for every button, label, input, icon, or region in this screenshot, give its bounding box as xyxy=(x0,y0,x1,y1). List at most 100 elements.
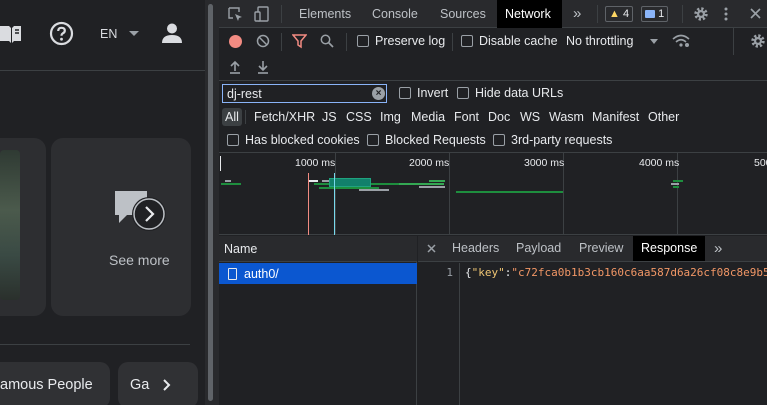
resource-type-filter: All Fetch/XHR JS CSS Img Media Font Doc … xyxy=(219,105,767,128)
type-other[interactable]: Other xyxy=(645,108,682,126)
settings-icon[interactable] xyxy=(693,6,709,22)
close-icon[interactable] xyxy=(750,8,761,19)
book-icon[interactable] xyxy=(0,23,22,45)
document-icon xyxy=(228,268,237,280)
third-party-requests-label[interactable]: 3rd-party requests xyxy=(511,133,612,147)
disable-cache-label[interactable]: Disable cache xyxy=(479,34,558,48)
tab-elements[interactable]: Elements xyxy=(291,0,359,28)
chip-famous-people[interactable]: amous People xyxy=(0,362,110,405)
request-row[interactable]: auth0/ xyxy=(219,263,417,284)
preserve-log-label[interactable]: Preserve log xyxy=(375,34,445,48)
devtools-panel: Elements Console Sources Network » ▲ 4 1 xyxy=(219,0,767,405)
clear-log-icon[interactable] xyxy=(256,34,270,48)
preserve-log-checkbox[interactable] xyxy=(357,35,369,47)
throttling-value: No throttling xyxy=(566,34,634,48)
tab-payload[interactable]: Payload xyxy=(508,236,569,261)
import-export-toolbar xyxy=(219,55,767,81)
requests-pane: Name auth0/ xyxy=(219,236,417,405)
has-blocked-cookies-checkbox[interactable] xyxy=(227,134,239,146)
warning-icon: ▲ xyxy=(609,8,620,20)
type-all[interactable]: All xyxy=(222,108,242,126)
account-icon[interactable] xyxy=(161,22,183,44)
invert-label[interactable]: Invert xyxy=(417,86,448,100)
close-icon[interactable] xyxy=(427,244,436,253)
clear-filter-icon[interactable]: × xyxy=(372,87,385,100)
blocked-requests-label[interactable]: Blocked Requests xyxy=(385,133,486,147)
load-event-marker xyxy=(334,173,335,235)
divider xyxy=(245,110,246,124)
more-tabs-button[interactable]: » xyxy=(565,0,589,28)
type-css[interactable]: CSS xyxy=(343,108,375,126)
invert-checkbox[interactable] xyxy=(399,87,411,99)
tick-label: 3000 ms xyxy=(524,157,565,169)
third-party-requests-checkbox[interactable] xyxy=(493,134,505,146)
devtools-tabbar: Elements Console Sources Network » ▲ 4 1 xyxy=(219,0,767,28)
type-js[interactable]: JS xyxy=(319,108,340,126)
overview-bar xyxy=(221,183,241,185)
type-manifest[interactable]: Manifest xyxy=(589,108,642,126)
throttling-select[interactable]: No throttling xyxy=(565,32,661,51)
blocked-requests-checkbox[interactable] xyxy=(367,134,379,146)
type-media[interactable]: Media xyxy=(408,108,448,126)
overview-bar xyxy=(456,191,563,193)
media-thumbnail xyxy=(0,150,20,300)
chip-next[interactable]: Ga xyxy=(118,362,198,405)
response-viewer[interactable]: 1 {"key":"c72fca0b1b3cb160c6aa587d6a26cf… xyxy=(418,263,767,405)
media-card[interactable] xyxy=(0,138,46,316)
request-name: auth0/ xyxy=(244,267,279,281)
language-selector[interactable]: EN xyxy=(100,27,117,41)
see-more-label[interactable]: See more xyxy=(109,252,170,268)
divider xyxy=(733,28,734,55)
overview-bar xyxy=(419,186,445,188)
overview-bar xyxy=(329,178,371,187)
dom-content-loaded-marker xyxy=(308,173,309,235)
tab-console[interactable]: Console xyxy=(364,0,426,28)
scrollbar[interactable] xyxy=(208,4,213,401)
see-more-card[interactable] xyxy=(51,138,191,316)
disable-cache-checkbox[interactable] xyxy=(461,35,473,47)
type-font[interactable]: Font xyxy=(451,108,482,126)
has-blocked-cookies-label[interactable]: Has blocked cookies xyxy=(245,133,360,147)
overview-bar xyxy=(359,189,389,191)
network-settings-icon[interactable] xyxy=(750,33,766,49)
search-icon[interactable] xyxy=(320,34,334,48)
device-toolbar-icon[interactable] xyxy=(254,6,269,22)
tab-sources[interactable]: Sources xyxy=(432,0,494,28)
overview-bar xyxy=(399,183,444,185)
json-key: "key" xyxy=(471,266,505,279)
type-fetch-xhr[interactable]: Fetch/XHR xyxy=(251,108,318,126)
hide-data-urls-label[interactable]: Hide data URLs xyxy=(475,86,563,100)
inspect-element-icon[interactable] xyxy=(228,7,243,22)
type-ws[interactable]: WS xyxy=(517,108,543,126)
network-conditions-icon[interactable] xyxy=(672,33,690,48)
more-tabs-button[interactable]: » xyxy=(706,236,730,261)
messages-badge[interactable]: 1 xyxy=(641,6,669,22)
chevron-down-icon[interactable] xyxy=(129,31,139,37)
type-doc[interactable]: Doc xyxy=(485,108,513,126)
export-har-icon[interactable] xyxy=(257,60,269,74)
tab-network[interactable]: Network xyxy=(497,0,562,28)
tab-preview[interactable]: Preview xyxy=(571,236,631,261)
type-wasm[interactable]: Wasm xyxy=(546,108,587,126)
overview-bar xyxy=(671,183,679,185)
type-img[interactable]: Img xyxy=(377,108,404,126)
filter-input[interactable] xyxy=(222,84,387,103)
name-column-header[interactable]: Name xyxy=(224,242,257,256)
tab-headers[interactable]: Headers xyxy=(444,236,507,261)
hide-data-urls-checkbox[interactable] xyxy=(457,87,469,99)
chevron-right-icon xyxy=(163,379,171,391)
divider xyxy=(281,5,282,23)
language-label: EN xyxy=(100,27,118,41)
overview-start-marker xyxy=(220,156,221,171)
chevron-down-icon xyxy=(650,39,658,44)
tab-response[interactable]: Response xyxy=(633,236,705,261)
help-icon[interactable] xyxy=(49,21,74,46)
network-overview[interactable]: 1000 ms 2000 ms 3000 ms 4000 ms 500 xyxy=(219,153,767,235)
warnings-badge[interactable]: ▲ 4 xyxy=(605,6,634,22)
more-options-icon[interactable] xyxy=(724,7,728,21)
detail-tabs: Headers Payload Preview Response » xyxy=(418,236,767,262)
overview-bar xyxy=(225,180,231,182)
filter-icon[interactable] xyxy=(292,34,307,49)
record-button[interactable] xyxy=(229,35,242,48)
import-har-icon[interactable] xyxy=(229,60,241,74)
